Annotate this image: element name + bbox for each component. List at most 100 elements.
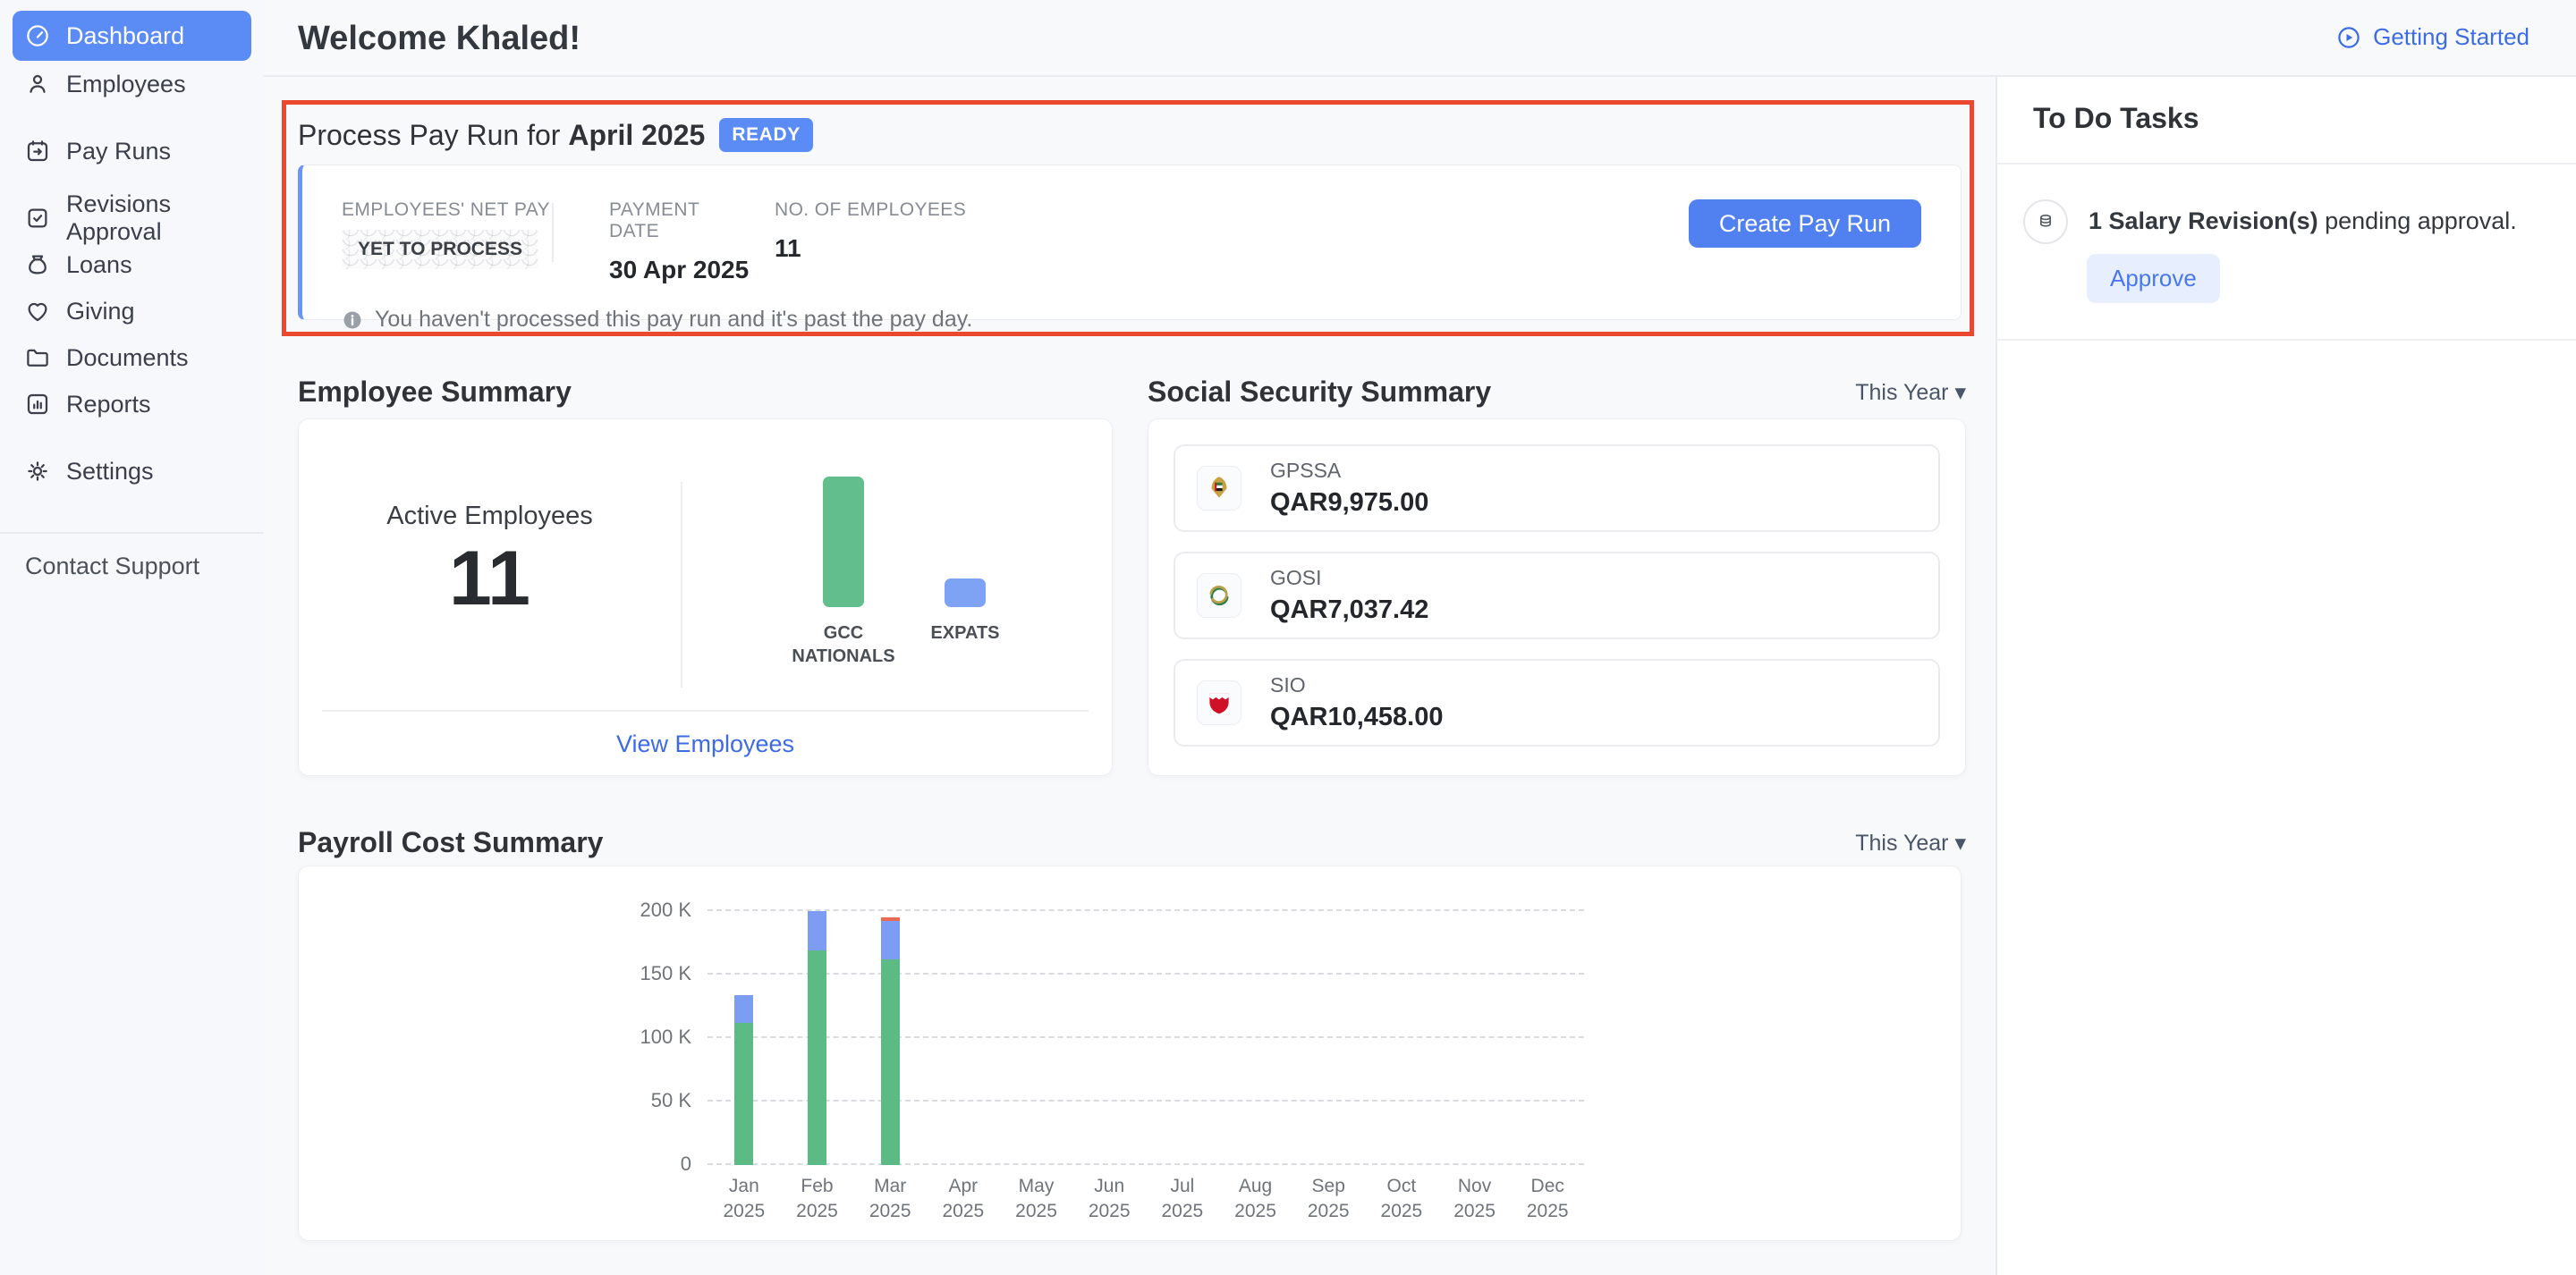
getting-started-link[interactable]: Getting Started	[2335, 23, 2529, 51]
main-content: Process Pay Run for April 2025 READY EMP…	[264, 77, 1996, 1275]
todo-panel: To Do Tasks 1 Salary Revision(s) pending…	[1996, 77, 2576, 1275]
create-pay-run-button[interactable]: Create Pay Run	[1689, 199, 1921, 248]
social-row-gpssa[interactable]: GPSSA QAR9,975.00	[1174, 444, 1940, 532]
field-employee-count: NO. OF EMPLOYEES 11	[775, 199, 966, 263]
bar-chart-icon	[24, 391, 51, 418]
divider	[1997, 339, 2576, 341]
sidebar-item-label: Documents	[66, 344, 189, 372]
payroll-chart-plot: 050 K100 K150 K200 K Jan2025Feb2025Mar20…	[708, 911, 1584, 1165]
todo-task-rest: pending approval.	[2318, 207, 2517, 234]
segment-blue	[808, 911, 826, 950]
sidebar-item-reports[interactable]: Reports	[13, 381, 251, 427]
status-badge-ready: READY	[719, 118, 813, 152]
employee-summary-card: Active Employees 11 GCC NATIONALSEXPATS …	[298, 418, 1113, 776]
sidebar-item-label: Employees	[66, 71, 186, 98]
bar-slot-nov-2025	[1438, 911, 1512, 1165]
person-icon	[24, 71, 51, 97]
contact-support-link[interactable]: Contact Support	[0, 546, 264, 586]
filter-label: This Year	[1855, 831, 1948, 856]
payroll-cost-title: Payroll Cost Summary	[298, 826, 603, 859]
sidebar-item-settings[interactable]: Settings	[13, 448, 251, 494]
payrun-period: April 2025	[568, 119, 705, 151]
approve-button[interactable]: Approve	[2087, 254, 2220, 303]
payroll-dashboard: Dashboard Employees Pay Runs Revisions A…	[0, 0, 2576, 1275]
x-axis-tick-label: Mar2025	[853, 1174, 927, 1225]
employee-count-value: 11	[775, 234, 966, 263]
x-axis-tick-label: Jun2025	[1072, 1174, 1146, 1225]
sidebar-item-dashboard[interactable]: Dashboard	[13, 11, 251, 61]
segment-blue	[881, 921, 900, 959]
sidebar-item-giving[interactable]: Giving	[13, 288, 251, 334]
sidebar-item-label: Loans	[66, 251, 132, 279]
bar-slot-aug-2025	[1219, 911, 1292, 1165]
y-axis-tick-label: 0	[611, 1153, 691, 1176]
y-axis-tick-label: 200 K	[611, 899, 691, 922]
bar-label: GCC NATIONALS	[789, 621, 898, 668]
sidebar-item-label: Settings	[66, 458, 154, 486]
segment-green	[734, 1023, 753, 1165]
dashboard-gauge-icon	[24, 22, 51, 49]
payrun-info-message: You haven't processed this pay run and i…	[342, 307, 1921, 333]
bar-slot-feb-2025	[781, 911, 854, 1165]
sio-emblem-icon	[1197, 680, 1241, 725]
gear-icon	[24, 458, 51, 485]
x-axis-tick-label: Sep2025	[1292, 1174, 1365, 1225]
chevron-down-icon: ▾	[1954, 380, 1966, 405]
bar-slot-oct-2025	[1365, 911, 1438, 1165]
getting-started-label: Getting Started	[2373, 23, 2529, 51]
active-employees-label: Active Employees	[386, 502, 593, 531]
x-axis-tick-label: May2025	[1000, 1174, 1073, 1225]
provider-amount: QAR7,037.42	[1270, 595, 1428, 625]
segment-green	[808, 950, 826, 1165]
employee-summary-title: Employee Summary	[298, 376, 572, 409]
sidebar-item-documents[interactable]: Documents	[13, 334, 251, 381]
x-axis-tick-label: Nov2025	[1438, 1174, 1512, 1225]
employee-mini-chart: GCC NATIONALS EXPATS	[789, 466, 1020, 668]
heart-icon	[24, 298, 51, 325]
field-label: NO. OF EMPLOYEES	[775, 199, 966, 221]
coins-stack-icon	[2023, 199, 2068, 244]
sidebar-item-label: Dashboard	[66, 22, 184, 50]
todo-task-bold: 1 Salary Revision(s)	[2089, 207, 2318, 234]
sidebar-item-revisions-approval[interactable]: Revisions Approval	[13, 195, 251, 241]
play-circle-icon	[2335, 24, 2362, 51]
sidebar-item-pay-runs[interactable]: Pay Runs	[13, 128, 251, 174]
field-payment-date: PAYMENT DATE 30 Apr 2025	[609, 199, 752, 284]
y-axis-tick-label: 100 K	[611, 1026, 691, 1049]
social-row-gosi[interactable]: GOSI QAR7,037.42	[1174, 552, 1940, 639]
bar-slot-apr-2025	[927, 911, 1000, 1165]
field-net-pay: EMPLOYEES' NET PAY YET TO PROCESS	[342, 199, 552, 269]
view-employees-link[interactable]: View Employees	[299, 730, 1112, 758]
provider-name: SIO	[1270, 673, 1443, 697]
segment-green	[881, 959, 900, 1165]
payrun-fields: EMPLOYEES' NET PAY YET TO PROCESS PAYMEN…	[342, 199, 1921, 284]
provider-name: GOSI	[1270, 566, 1428, 590]
sidebar-item-label: Reports	[66, 391, 151, 418]
check-square-icon	[24, 205, 51, 232]
payrun-section-title: Process Pay Run for April 2025 READY	[298, 118, 813, 152]
bar-slot-dec-2025	[1511, 911, 1584, 1165]
provider-amount: QAR10,458.00	[1270, 703, 1443, 732]
chevron-down-icon: ▾	[1954, 831, 1966, 856]
info-text: You haven't processed this pay run and i…	[375, 307, 972, 333]
x-axis-tick-label: Jul2025	[1146, 1174, 1219, 1225]
payroll-cost-card: 050 K100 K150 K200 K Jan2025Feb2025Mar20…	[298, 865, 1962, 1241]
social-security-title: Social Security Summary	[1148, 376, 1491, 409]
social-row-sio[interactable]: SIO QAR10,458.00	[1174, 659, 1940, 747]
payrun-title-prefix: Process Pay Run for	[298, 119, 560, 151]
payroll-cost-filter-dropdown[interactable]: This Year ▾	[1855, 830, 1966, 857]
sidebar-item-employees[interactable]: Employees	[13, 61, 251, 107]
payment-date-value: 30 Apr 2025	[609, 256, 752, 284]
gpssa-emblem-icon	[1197, 466, 1241, 511]
bar-label: EXPATS	[930, 621, 999, 645]
sidebar-divider	[0, 532, 264, 534]
todo-task-text: 1 Salary Revision(s) pending approval.	[2089, 207, 2517, 235]
sidebar-item-loans[interactable]: Loans	[13, 241, 251, 288]
header: Welcome Khaled! Getting Started	[264, 0, 2576, 77]
vertical-divider	[681, 482, 682, 688]
active-employees-count: 11	[449, 538, 530, 619]
mini-bar-gcc-nationals: GCC NATIONALS	[789, 466, 898, 668]
net-pay-value: YET TO PROCESS	[342, 230, 538, 269]
social-security-filter-dropdown[interactable]: This Year ▾	[1855, 379, 1966, 406]
sidebar-item-label: Pay Runs	[66, 138, 171, 165]
